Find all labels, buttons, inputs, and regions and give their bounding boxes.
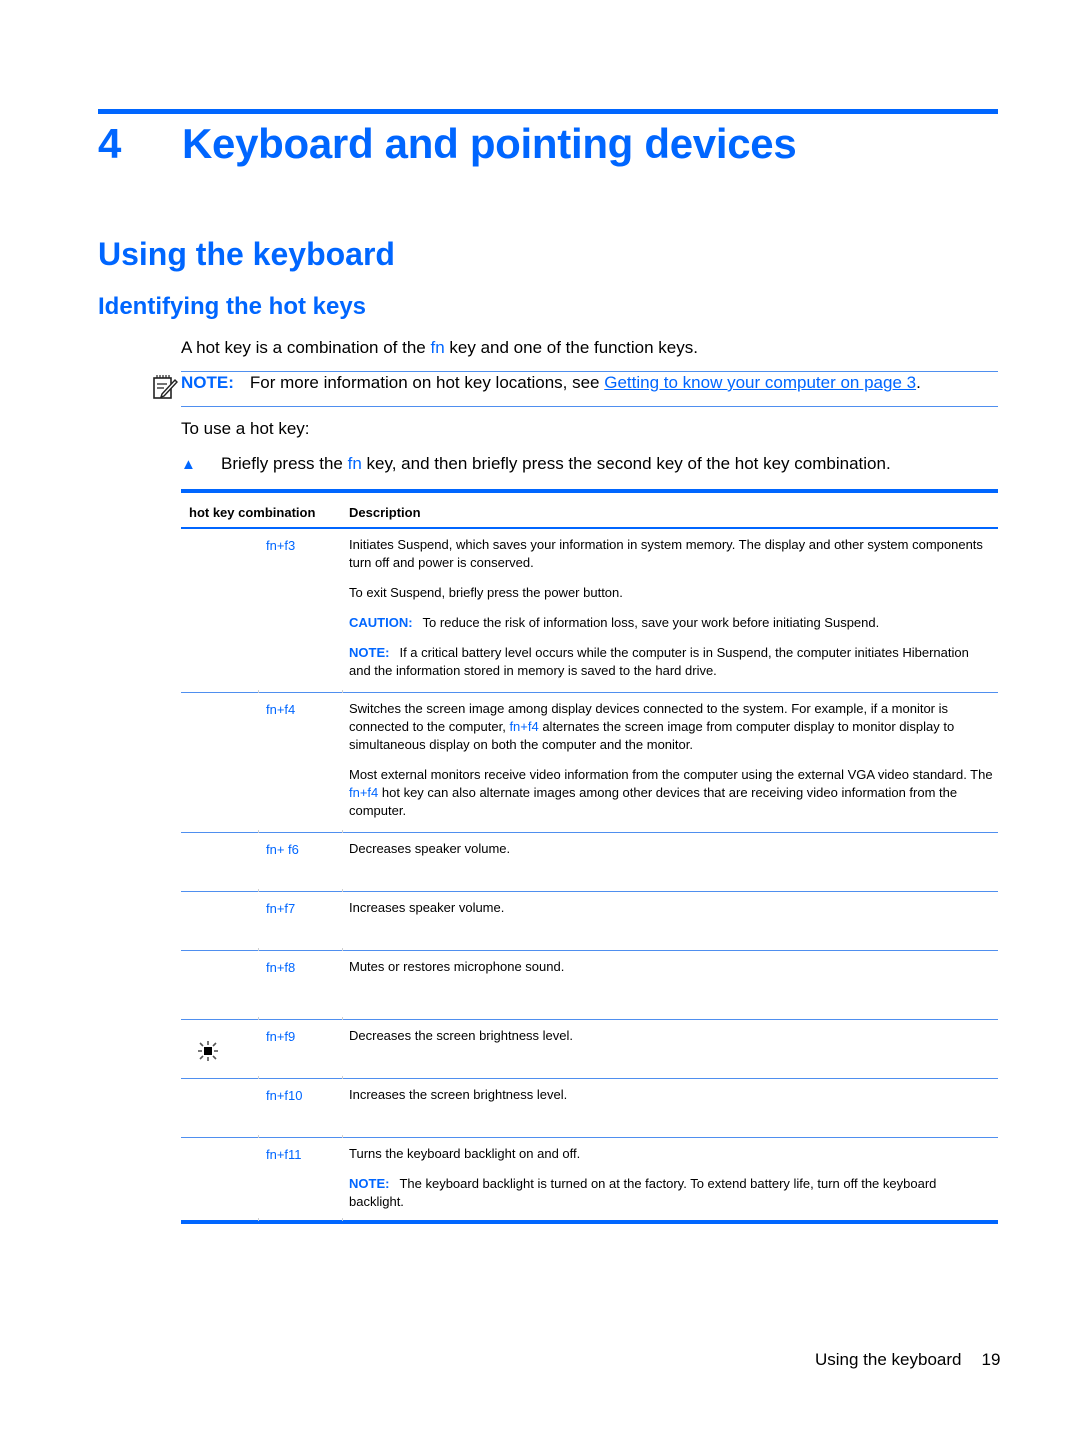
hotkey-combination: fn+f9 <box>266 1029 296 1044</box>
step-text: Briefly press the <box>221 454 348 473</box>
paragraph-text: To reduce the risk of information loss, … <box>422 615 880 630</box>
table-row: fn+f7 Increases speaker volume. <box>181 892 998 951</box>
hotkey-description: Switches the screen image among display … <box>349 693 998 820</box>
description-paragraph: Most external monitors receive video inf… <box>349 766 994 820</box>
inline-hotkey: fn+f4 <box>509 719 539 734</box>
hotkey-description: Decreases speaker volume. <box>349 833 998 858</box>
column-tick <box>342 1218 343 1221</box>
description-paragraph: Turns the keyboard backlight on and off. <box>349 1145 994 1163</box>
step-text-end: key, and then briefly press the second k… <box>361 454 891 473</box>
description-paragraph: Initiates Suspend, which saves your info… <box>349 536 994 572</box>
caution-paragraph: CAUTION: To reduce the risk of informatio… <box>349 614 994 632</box>
paragraph-text: Decreases the screen brightness level. <box>349 1028 574 1043</box>
paragraph-text: Decreases speaker volume. <box>349 841 511 856</box>
table-row: fn+f4 Switches the screen image among dis… <box>181 693 998 833</box>
table-header: hot key combination Description <box>181 493 998 527</box>
table-bottom-rule <box>181 1220 998 1224</box>
paragraph-text: Increases speaker volume. <box>349 900 505 915</box>
page-number: 19 <box>981 1350 1001 1369</box>
note-end: . <box>916 373 921 392</box>
paragraph-text: To exit Suspend, briefly press the power… <box>349 585 623 600</box>
hotkey-description: Increases speaker volume. <box>349 892 998 917</box>
description-paragraph: Mutes or restores microphone sound. <box>349 958 994 976</box>
paragraph-text: Mutes or restores microphone sound. <box>349 959 565 974</box>
inline-hotkey: fn+f4 <box>349 785 379 800</box>
fn-key: fn <box>430 338 445 357</box>
header-hotkey: hot key combination <box>189 505 316 520</box>
getting-to-know-link[interactable]: Getting to know your computer on page 3 <box>604 373 916 392</box>
note-paragraph: NOTE: The keyboard backlight is turned on… <box>349 1175 994 1211</box>
note-text: NOTE: For more information on hot key loc… <box>181 373 921 393</box>
footer-section: Using the keyboard <box>815 1350 962 1369</box>
hotkey-combination: fn+f3 <box>266 538 296 553</box>
description-paragraph: Decreases speaker volume. <box>349 840 994 858</box>
hotkey-combination: fn+f11 <box>266 1147 302 1162</box>
chapter-title-text: Keyboard and pointing devices <box>182 120 797 167</box>
note-body: For more information on hot key location… <box>249 373 605 392</box>
paragraph-label: CAUTION: <box>349 615 413 630</box>
hotkey-table: hot key combination Description fn+f3 Ini… <box>181 489 998 1224</box>
paragraph-text: The keyboard backlight is turned on at t… <box>349 1176 937 1209</box>
note-pencil-icon <box>153 375 178 399</box>
section-title: Using the keyboard <box>98 236 395 272</box>
column-tick <box>258 1218 259 1221</box>
page-footer: Using the keyboard 19 <box>815 1350 1000 1370</box>
header-description: Description <box>349 505 421 520</box>
use-intro: To use a hot key: <box>181 419 310 438</box>
table-row: fn+f3 Initiates Suspend, which saves your… <box>181 529 998 693</box>
description-paragraph: Increases speaker volume. <box>349 899 994 917</box>
table-row: fn+ f6 Decreases speaker volume. <box>181 833 998 892</box>
note-label: NOTE: <box>181 373 234 392</box>
triangle-bullet-icon: ▲ <box>181 456 196 473</box>
hotkey-description: Increases the screen brightness level. <box>349 1079 998 1104</box>
paragraph-label: NOTE: <box>349 1176 390 1191</box>
table-row: fn+f11 Turns the keyboard backlight on an… <box>181 1138 998 1221</box>
subsection-title: Identifying the hot keys <box>98 293 367 320</box>
hotkey-description: Initiates Suspend, which saves your info… <box>349 529 998 680</box>
description-paragraph: To exit Suspend, briefly press the power… <box>349 584 994 602</box>
paragraph-label: NOTE: <box>349 645 390 660</box>
step-item: ▲ Briefly press the fn key, and then brie… <box>181 454 891 474</box>
note-paragraph: NOTE: If a critical battery level occurs … <box>349 644 994 680</box>
hotkey-description: Turns the keyboard backlight on and off.… <box>349 1138 998 1211</box>
paragraph-text: Increases the screen brightness level. <box>349 1087 568 1102</box>
paragraph-text: If a critical battery level occurs while… <box>349 645 969 678</box>
description-paragraph: Switches the screen image among display … <box>349 700 994 754</box>
description-paragraph: Decreases the screen brightness level. <box>349 1027 994 1045</box>
paragraph-text: Turns the keyboard backlight on and off. <box>349 1146 581 1161</box>
hotkey-combination: fn+f8 <box>266 960 296 975</box>
chapter-title: 4 Keyboard and pointing devices <box>98 120 797 168</box>
table-body: fn+f3 Initiates Suspend, which saves your… <box>181 529 998 1221</box>
hotkey-combination: fn+f10 <box>266 1088 303 1103</box>
table-row: fn+f10 Increases the screen brightness le… <box>181 1079 998 1138</box>
table-row: fn+f8 Mutes or restores microphone sound. <box>181 951 998 1020</box>
chapter-rule <box>98 109 998 114</box>
brightness-icon <box>198 1041 218 1061</box>
paragraph-text: Most external monitors receive video inf… <box>349 767 993 782</box>
hotkey-description: Decreases the screen brightness level. <box>349 1020 998 1045</box>
paragraph-text-end: hot key can also alternate images among … <box>349 785 958 818</box>
intro-paragraph: A hot key is a combination of the fn key… <box>181 338 698 358</box>
chapter-number: 4 <box>98 120 122 167</box>
fn-key: fn <box>347 454 362 473</box>
hotkey-description: Mutes or restores microphone sound. <box>349 951 998 976</box>
hotkey-combination: fn+f7 <box>266 901 296 916</box>
paragraph-text: Initiates Suspend, which saves your info… <box>349 537 983 570</box>
intro-text-end: key and one of the function keys. <box>444 338 698 357</box>
hotkey-combination: fn+ f6 <box>266 842 299 857</box>
intro-text: A hot key is a combination of the <box>181 338 431 357</box>
table-row: fn+f9 Decreases the screen brightness lev… <box>181 1020 998 1079</box>
hotkey-combination: fn+f4 <box>266 702 296 717</box>
description-paragraph: Increases the screen brightness level. <box>349 1086 994 1104</box>
